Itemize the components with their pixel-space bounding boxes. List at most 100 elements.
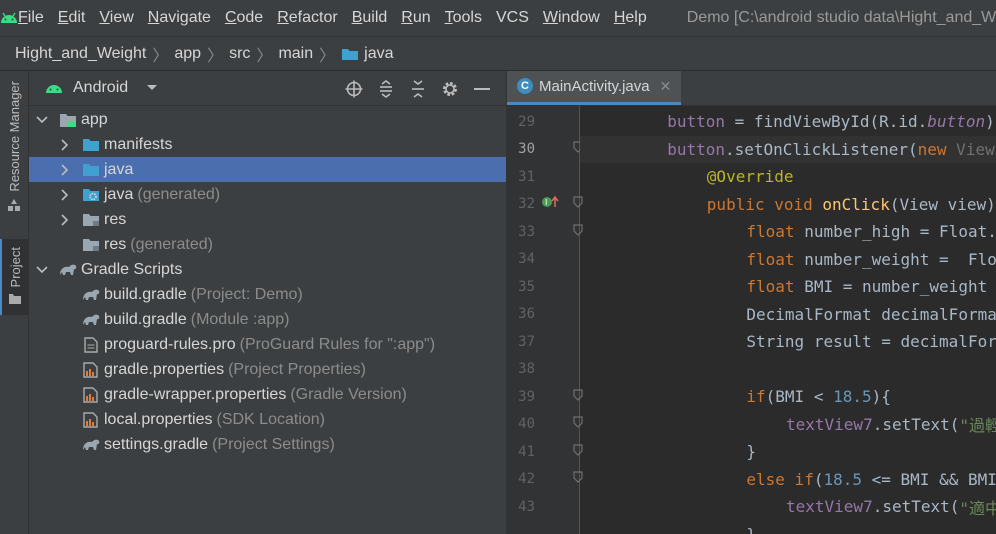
gutter-line[interactable]: 35: [507, 273, 579, 301]
menu-edit[interactable]: Edit: [58, 9, 86, 27]
code-token: onClick: [822, 194, 890, 214]
hide-panel-button[interactable]: [466, 71, 498, 106]
dropdown-arrow-icon[interactable]: [146, 84, 158, 92]
chevron-right-icon[interactable]: [58, 188, 72, 201]
code-token: <= BMI && BMI: [862, 469, 996, 489]
collapse-all-button[interactable]: [402, 71, 434, 106]
tree-item[interactable]: res (generated): [29, 232, 506, 257]
code-token: "適中": [959, 498, 996, 518]
gutter-line[interactable]: 29: [507, 108, 579, 136]
tree-item[interactable]: Gradle Scripts: [29, 257, 506, 282]
menu-navigate[interactable]: Navigate: [148, 9, 211, 27]
tree-item-label: manifests: [104, 135, 173, 153]
chevron-right-icon: 〉: [256, 47, 273, 65]
breadcrumb-java[interactable]: java: [341, 45, 394, 63]
android-studio-logo-icon[interactable]: [0, 0, 18, 36]
tree-item[interactable]: local.properties (SDK Location): [29, 407, 506, 432]
gutter-line[interactable]: 31: [507, 163, 579, 191]
menu-refactor[interactable]: Refactor: [277, 9, 337, 27]
expand-all-button[interactable]: [370, 71, 402, 106]
gear-icon: [443, 81, 457, 96]
code-line[interactable]: float number_weight = Float.: [580, 246, 996, 274]
line-number: 33: [518, 223, 535, 240]
code-line[interactable]: button.setOnClickListener(new View.OnCli…: [580, 135, 996, 163]
code-line[interactable]: float number_high = Float.: [580, 218, 996, 246]
code-line[interactable]: String result = decimalFormat: [580, 328, 996, 356]
chevron-right-icon[interactable]: [58, 138, 72, 151]
gutter-line[interactable]: 34: [507, 246, 579, 274]
chevron-right-icon: 〉: [152, 47, 169, 65]
code-line[interactable]: textView7.setText("過輕": [580, 411, 996, 439]
code-area[interactable]: button = findViewById(R.id.button);butto…: [580, 106, 996, 534]
menu-code[interactable]: Code: [225, 9, 263, 27]
gutter-line[interactable]: 33: [507, 218, 583, 246]
gutter-line[interactable]: 41: [507, 438, 583, 466]
line-number: 34: [518, 251, 535, 268]
code-line[interactable]: DecimalFormat decimalFormat: [580, 301, 996, 329]
tree-item-label: java: [104, 185, 134, 203]
code-line[interactable]: public void onClick(View view) {: [580, 191, 996, 219]
menu-tools[interactable]: Tools: [445, 9, 482, 27]
breadcrumb-project[interactable]: Hight_and_Weight: [15, 45, 146, 63]
tree-item[interactable]: java: [29, 157, 506, 182]
code-token: @Override: [706, 167, 794, 187]
code-line[interactable]: [580, 356, 996, 384]
locate-file-button[interactable]: [338, 71, 370, 106]
chevron-right-icon[interactable]: [58, 163, 72, 176]
folder-icon: [342, 48, 359, 60]
gutter-line[interactable]: 39: [507, 383, 583, 411]
gutter-line[interactable]: 30: [507, 136, 583, 164]
gutter-line[interactable]: 42: [507, 466, 583, 494]
minimize-icon: [474, 87, 490, 90]
code-line[interactable]: button = findViewById(R.id.button);: [580, 108, 996, 136]
menu-help[interactable]: Help: [614, 9, 647, 27]
gutter-line[interactable]: [507, 521, 579, 534]
menu-window[interactable]: Window: [543, 9, 600, 27]
breadcrumb-main[interactable]: main: [278, 45, 313, 63]
tree-item[interactable]: settings.gradle (Project Settings): [29, 432, 506, 457]
code-line[interactable]: else if(18.5 <= BMI && BMI: [580, 466, 996, 494]
menu-file[interactable]: File: [18, 9, 44, 27]
tree-item[interactable]: gradle-wrapper.properties (Gradle Version…: [29, 382, 506, 407]
chevron-down-icon[interactable]: [35, 115, 49, 124]
menu-build[interactable]: Build: [352, 9, 388, 27]
tree-item[interactable]: app: [29, 107, 506, 132]
code-line[interactable]: }: [580, 521, 996, 534]
code-line[interactable]: }: [580, 438, 996, 466]
code-line[interactable]: @Override: [580, 163, 996, 191]
close-icon[interactable]: ✕: [660, 78, 672, 95]
settings-button[interactable]: [434, 71, 466, 106]
tree-item-label: settings.gradle: [104, 435, 209, 453]
code-token: .setText(: [872, 414, 960, 434]
gutter-line[interactable]: 37: [507, 328, 579, 356]
menu-bar: File Edit View Navigate Code Refactor Build Run…: [0, 0, 996, 36]
tree-item[interactable]: gradle.properties (Project Properties): [29, 357, 506, 382]
menu-run[interactable]: Run: [401, 9, 430, 27]
tree-item[interactable]: proguard-rules.pro (ProGuard Rules for ":…: [29, 332, 506, 357]
tree-item[interactable]: java (generated): [29, 182, 506, 207]
tree-item[interactable]: build.gradle (Module :app): [29, 307, 506, 332]
tree-item[interactable]: manifests: [29, 132, 506, 157]
tab-main-activity[interactable]: C MainActivity.java ✕: [507, 71, 682, 105]
code-line[interactable]: float BMI = number_weight /: [580, 273, 996, 301]
override-method-icon[interactable]: I: [541, 195, 559, 213]
gutter-line[interactable]: 32 I: [507, 191, 583, 219]
gutter-line[interactable]: 38: [507, 356, 579, 384]
tab-resource-manager[interactable]: Resource Manager: [0, 81, 28, 231]
gutter-line[interactable]: 40: [507, 411, 583, 439]
project-view-selector[interactable]: Android: [73, 79, 128, 97]
chevron-right-icon[interactable]: [58, 213, 72, 226]
tree-item[interactable]: build.gradle (Project: Demo): [29, 282, 506, 307]
code-token: float: [746, 249, 805, 269]
tree-item[interactable]: res: [29, 207, 506, 232]
breadcrumb-src[interactable]: src: [229, 45, 250, 63]
gutter-line[interactable]: 36: [507, 301, 579, 329]
code-line[interactable]: textView7.setText("適中": [580, 493, 996, 521]
chevron-down-icon[interactable]: [35, 265, 49, 274]
breadcrumb-app[interactable]: app: [174, 45, 201, 63]
menu-view[interactable]: View: [99, 9, 133, 27]
menu-vcs[interactable]: VCS: [496, 9, 529, 27]
code-line[interactable]: if (BMI < 18.5){: [580, 383, 996, 411]
tab-project[interactable]: Project: [0, 239, 28, 315]
gutter-line[interactable]: 43: [507, 493, 579, 521]
